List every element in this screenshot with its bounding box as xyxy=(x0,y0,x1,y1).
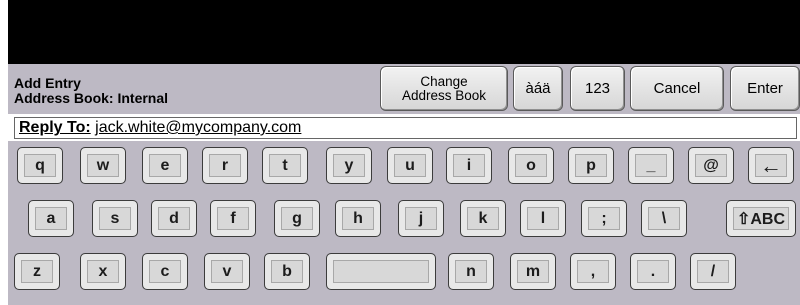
key-k[interactable]: k xyxy=(460,200,506,237)
key-m[interactable]: m xyxy=(510,253,556,290)
key-b[interactable]: b xyxy=(264,253,310,290)
key-f[interactable]: f xyxy=(210,200,256,237)
page-title: Add Entry xyxy=(14,75,81,91)
reply-to-label: Reply To: xyxy=(19,119,91,136)
key-j[interactable]: j xyxy=(398,200,444,237)
top-status-bar xyxy=(8,0,800,64)
key-e[interactable]: e xyxy=(142,147,188,184)
reply-to-field[interactable]: Reply To: jack.white@mycompany.com xyxy=(14,117,797,139)
key-slash[interactable]: / xyxy=(690,253,736,290)
key-at[interactable]: @ xyxy=(688,147,734,184)
enter-button[interactable]: Enter xyxy=(730,66,800,111)
key-comma[interactable]: , xyxy=(570,253,616,290)
key-r[interactable]: r xyxy=(202,147,248,184)
backspace-key[interactable]: ← xyxy=(748,147,794,184)
key-d[interactable]: d xyxy=(151,200,197,237)
key-h[interactable]: h xyxy=(335,200,381,237)
accents-button-label: àáä xyxy=(525,80,551,97)
key-u[interactable]: u xyxy=(387,147,433,184)
change-address-book-label-line2: Address Book xyxy=(401,87,487,103)
reply-to-value: jack.white@mycompany.com xyxy=(95,119,302,136)
key-period[interactable]: . xyxy=(630,253,676,290)
key-v[interactable]: v xyxy=(204,253,250,290)
change-address-book-button[interactable]: Change Address Book xyxy=(380,66,508,111)
key-c[interactable]: c xyxy=(142,253,188,290)
key-l[interactable]: l xyxy=(520,200,566,237)
change-address-book-label-line1: Change xyxy=(420,73,468,89)
shift-abc-key[interactable]: ⇧ABC xyxy=(726,200,796,237)
on-screen-keyboard: q w e r t y u i o p _ @ ← a s d f g h j … xyxy=(8,141,800,305)
key-q[interactable]: q xyxy=(17,147,63,184)
key-w[interactable]: w xyxy=(80,147,126,184)
key-n[interactable]: n xyxy=(448,253,494,290)
numbers-button[interactable]: 123 xyxy=(570,66,625,111)
key-t[interactable]: t xyxy=(262,147,308,184)
key-z[interactable]: z xyxy=(14,253,60,290)
cancel-button[interactable]: Cancel xyxy=(630,66,724,111)
key-a[interactable]: a xyxy=(28,200,74,237)
key-i[interactable]: i xyxy=(446,147,492,184)
key-y[interactable]: y xyxy=(326,147,372,184)
key-backslash[interactable]: \ xyxy=(641,200,687,237)
key-s[interactable]: s xyxy=(92,200,138,237)
key-x[interactable]: x xyxy=(80,253,126,290)
address-book-label: Address Book: Internal xyxy=(14,90,169,106)
key-o[interactable]: o xyxy=(508,147,554,184)
key-g[interactable]: g xyxy=(274,200,320,237)
space-key[interactable] xyxy=(326,253,436,290)
accents-button[interactable]: àáä xyxy=(513,66,563,111)
cancel-button-label: Cancel xyxy=(653,80,701,97)
key-semicolon[interactable]: ; xyxy=(581,200,627,237)
key-underscore[interactable]: _ xyxy=(628,147,674,184)
numbers-button-label: 123 xyxy=(584,80,611,97)
enter-button-label: Enter xyxy=(747,80,783,97)
key-p[interactable]: p xyxy=(568,147,614,184)
